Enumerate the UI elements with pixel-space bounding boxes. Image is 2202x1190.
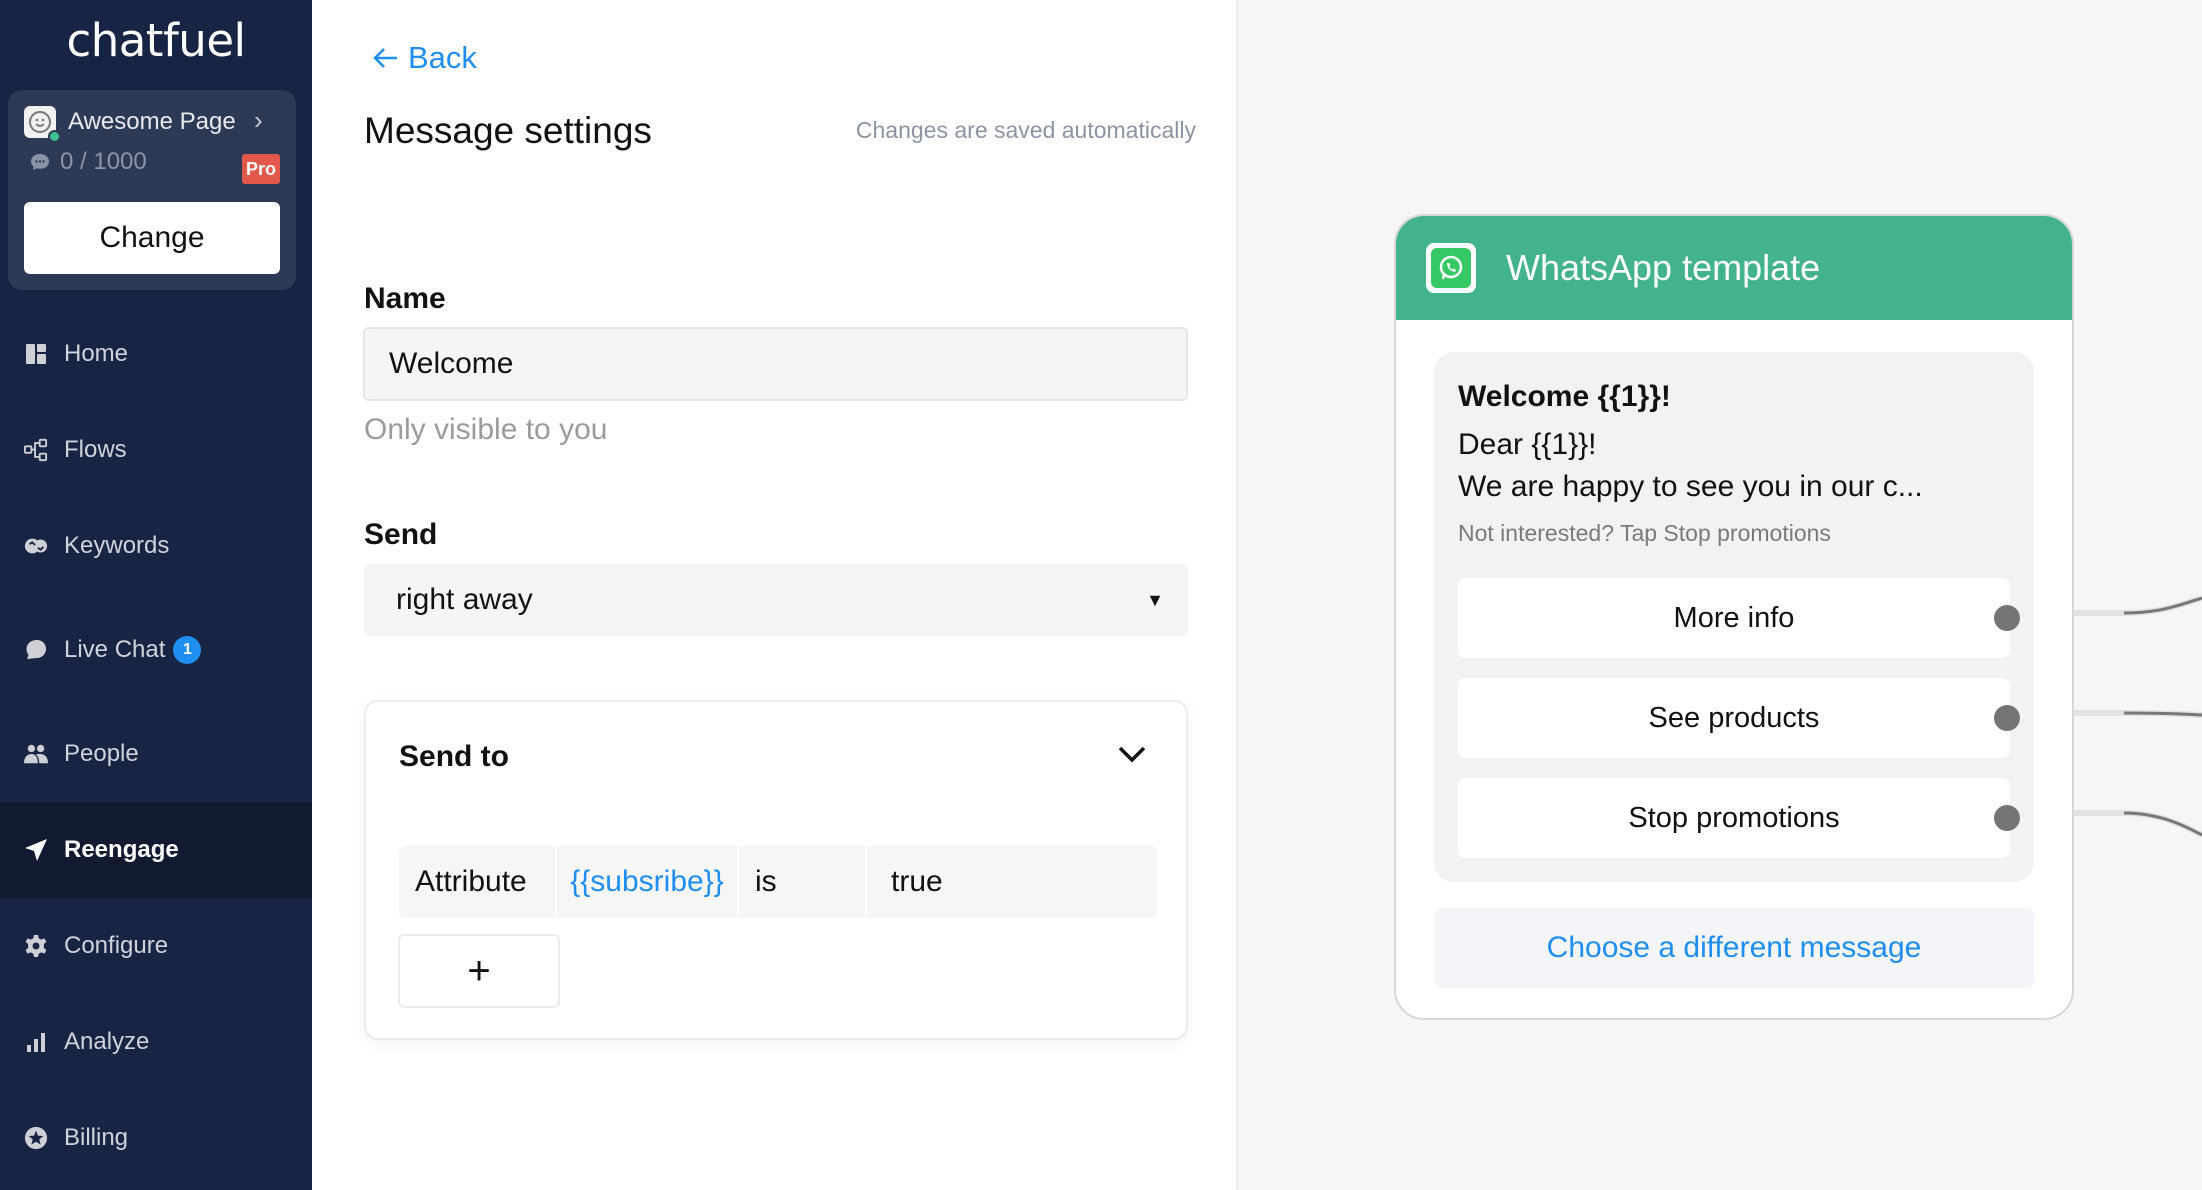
sidebar-item-label: People <box>64 740 139 767</box>
sidebar-item-live-chat[interactable]: Live Chat 1 <box>0 602 312 698</box>
connection-port[interactable] <box>1994 605 2020 631</box>
flow-canvas[interactable]: WhatsApp template Welcome {{1}}! Dear {{… <box>1240 0 2202 1190</box>
pro-badge: Pro <box>242 154 280 184</box>
unread-badge: 1 <box>173 636 202 664</box>
star-badge-icon <box>24 1126 48 1150</box>
sidebar-item-label: Configure <box>64 932 169 959</box>
quick-reply-button-more-info[interactable]: More info <box>1458 578 2010 658</box>
send-label: Send <box>364 518 438 551</box>
sidebar-item-analyze[interactable]: Analyze <box>0 994 312 1090</box>
sidebar-item-label: Billing <box>64 1124 129 1151</box>
connector-line <box>2056 595 2202 616</box>
change-page-button[interactable]: Change <box>24 202 280 274</box>
bar-chart-icon <box>24 1030 48 1054</box>
whatsapp-icon <box>1426 243 1476 293</box>
paper-plane-icon <box>24 838 48 862</box>
back-label: Back <box>408 40 477 75</box>
page-switcher: Awesome Page › 0 / 1000 Pro Change <box>8 90 296 290</box>
message-body-line: We are happy to see you in our c... <box>1458 470 1923 503</box>
online-status-dot <box>48 130 61 143</box>
sidebar-item-billing[interactable]: Billing <box>0 1090 312 1186</box>
home-icon <box>24 342 48 366</box>
chatfuel-logo[interactable]: chatfuel <box>0 14 312 67</box>
gear-icon <box>24 934 48 958</box>
chevron-down-icon[interactable] <box>1114 736 1150 772</box>
caret-down-icon: ▼ <box>1146 589 1164 610</box>
connector-line <box>2056 710 2202 718</box>
sidebar-item-keywords[interactable]: Keywords <box>0 498 312 594</box>
page-name[interactable]: Awesome Page <box>68 106 236 138</box>
send-to-section: Send to Attribute {{subsribe}} is true + <box>364 700 1188 1040</box>
message-count-icon <box>30 152 50 178</box>
autosave-note: Changes are saved automatically <box>855 117 1196 143</box>
message-footer-text: Not interested? Tap Stop promotions <box>1458 520 1831 546</box>
name-label: Name <box>364 282 446 315</box>
page-title: Message settings <box>364 110 652 151</box>
audience-condition-row: Attribute {{subsribe}} is true <box>399 846 1157 918</box>
message-header-text: Welcome {{1}}! <box>1458 380 1671 413</box>
back-button[interactable]: Back <box>372 40 477 76</box>
connector-line <box>2123 596 2202 615</box>
keywords-icon <box>24 534 48 558</box>
condition-operator-select[interactable]: is <box>739 846 865 918</box>
quick-reply-button-see-products[interactable]: See products <box>1458 678 2010 758</box>
message-body-line: Dear {{1}}! <box>1458 428 1597 461</box>
message-count: 0 / 1000 <box>60 148 147 175</box>
quick-reply-button-stop-promotions[interactable]: Stop promotions <box>1458 778 2010 858</box>
flows-icon <box>24 438 48 462</box>
name-hint: Only visible to you <box>364 413 608 446</box>
sidebar-item-configure[interactable]: Configure <box>0 898 312 994</box>
chevron-right-icon[interactable]: › <box>254 104 263 136</box>
whatsapp-template-card[interactable]: WhatsApp template Welcome {{1}}! Dear {{… <box>1394 214 2074 1020</box>
choose-different-message-button[interactable]: Choose a different message <box>1434 908 2034 988</box>
smiley-icon <box>29 111 51 133</box>
sidebar-item-people[interactable]: People <box>0 706 312 802</box>
sidebar-item-label: Home <box>64 340 129 367</box>
sidebar-item-label: Keywords <box>64 532 170 559</box>
people-icon <box>24 742 48 766</box>
send-timing-select[interactable]: right away ▼ <box>364 564 1188 636</box>
sidebar-item-flows[interactable]: Flows <box>0 402 312 498</box>
message-preview: Welcome {{1}}! Dear {{1}}! We are happy … <box>1434 352 2034 882</box>
sidebar-item-label: Reengage <box>64 836 179 863</box>
sidebar-item-label: Live Chat <box>64 636 166 663</box>
condition-type-select[interactable]: Attribute <box>399 846 555 918</box>
connection-port[interactable] <box>1994 705 2020 731</box>
connector-line <box>2056 810 2202 838</box>
sidebar-item-home[interactable]: Home <box>0 306 312 402</box>
sidebar-item-label: Analyze <box>64 1028 150 1055</box>
name-input[interactable] <box>363 327 1188 401</box>
sidebar: chatfuel Awesome Page › 0 / 1000 Pro Cha… <box>0 0 312 1190</box>
chat-bubble-icon <box>24 638 48 662</box>
condition-value-input[interactable]: true <box>867 846 1157 918</box>
arrow-left-icon <box>373 48 397 68</box>
sidebar-item-reengage[interactable]: Reengage <box>0 802 312 898</box>
connector-line <box>2123 811 2202 837</box>
sidebar-item-label: Flows <box>64 436 127 463</box>
message-settings-panel: Back Message settings Changes are saved … <box>312 0 1238 1190</box>
add-condition-button[interactable]: + <box>398 934 560 1008</box>
card-title: WhatsApp template <box>1506 247 1821 288</box>
condition-attribute-select[interactable]: {{subsribe}} <box>557 846 737 918</box>
connection-port[interactable] <box>1994 805 2020 831</box>
send-timing-value: right away <box>396 583 533 616</box>
card-header: WhatsApp template <box>1396 216 2072 320</box>
connector-line <box>2123 711 2202 717</box>
send-to-title: Send to <box>399 740 509 773</box>
